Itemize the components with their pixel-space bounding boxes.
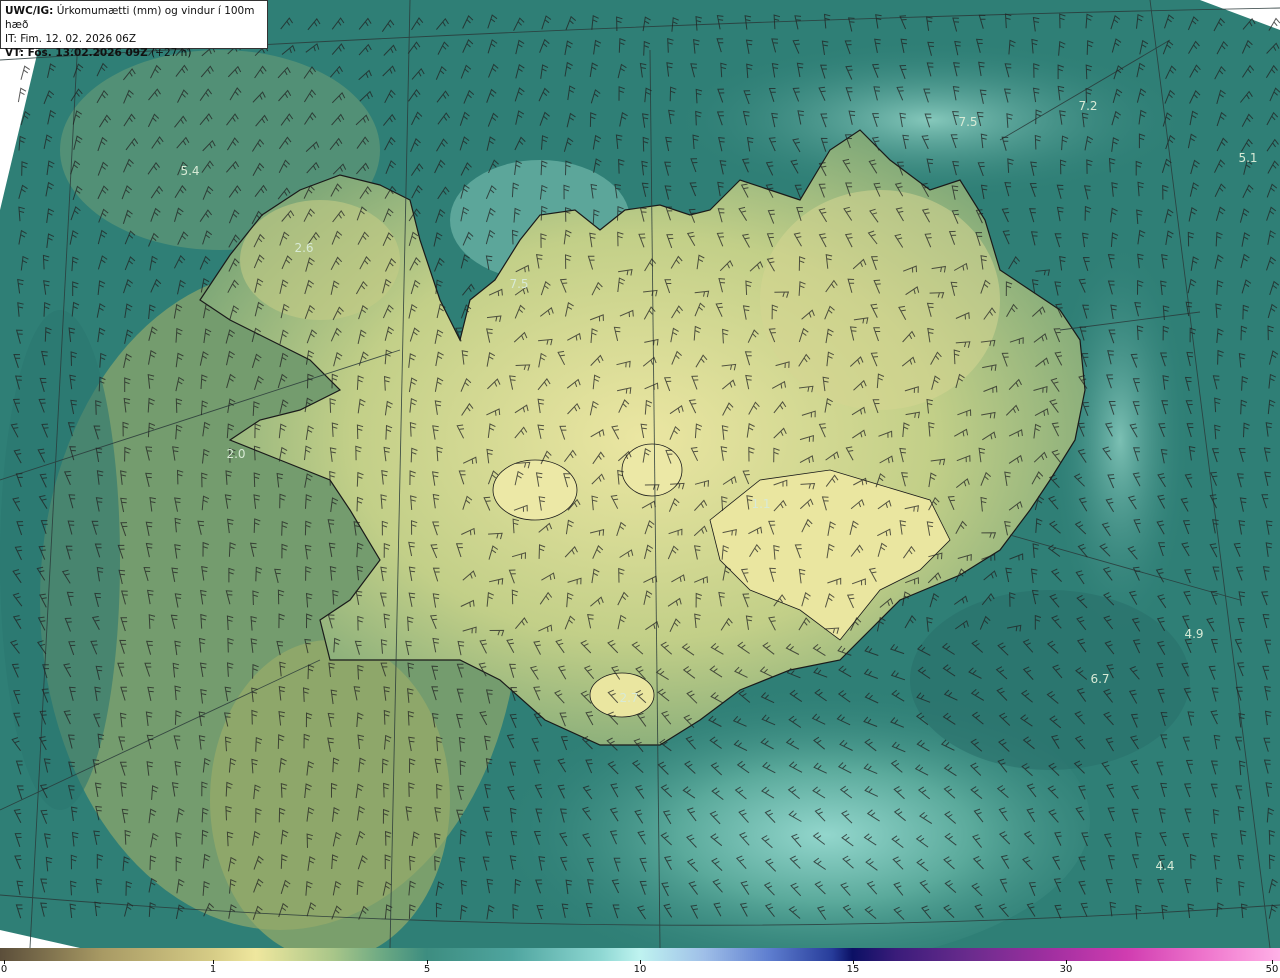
map-value-label: 7.5 bbox=[958, 115, 978, 129]
legend-tick-label: 0 bbox=[0, 964, 8, 975]
map-value-label: 2.7 bbox=[619, 691, 639, 705]
sea-field-dark-southeast bbox=[910, 590, 1190, 770]
map-value-label: 1.1 bbox=[751, 497, 771, 511]
map-title-box: UWC/IG: Úrkomumætti (mm) og vindur í 100… bbox=[0, 0, 268, 59]
forecast-lead: (+27 h) bbox=[151, 47, 192, 59]
legend-tick-label: 5 bbox=[423, 964, 431, 975]
legend-tick-label: 15 bbox=[846, 964, 860, 975]
sea-field-southwest bbox=[210, 640, 450, 948]
initial-time: IT: Fim. 12. 02. 2026 06Z bbox=[5, 33, 137, 45]
legend-tick-label: 1 bbox=[209, 964, 217, 975]
valid-time: VT: Fös. 13.02.2026 09Z bbox=[5, 47, 148, 59]
model-code: UWC/IG: bbox=[5, 5, 54, 17]
title-line-model: UWC/IG: Úrkomumætti (mm) og vindur í 100… bbox=[5, 4, 263, 32]
map-value-label: 5.1 bbox=[1238, 151, 1258, 165]
map-value-label: 2.0 bbox=[226, 447, 246, 461]
map-area: 5.4 2.6 7.5 7.5 7.2 5.1 2.0 1.1 2.7 4.9 6.7 4.4 UWC… bbox=[0, 0, 1280, 948]
color-legend: 0 1 5 10 15 30 50 bbox=[0, 948, 1280, 978]
map-value-label: 4.4 bbox=[1155, 859, 1175, 873]
map-value-label: 7.2 bbox=[1078, 99, 1098, 113]
map-value-label: 7.5 bbox=[509, 277, 529, 291]
land-ridge-westfjords bbox=[240, 200, 400, 320]
map-value-label: 6.7 bbox=[1090, 672, 1110, 686]
title-line-valid: VT: Fös. 13.02.2026 09Z (+27 h) bbox=[5, 46, 263, 60]
map-value-label: 4.9 bbox=[1184, 627, 1204, 641]
legend-tick-label: 10 bbox=[633, 964, 647, 975]
glacier-langjokull bbox=[492, 459, 578, 521]
legend-tick-label: 50 bbox=[1265, 964, 1279, 975]
map-value-label: 2.6 bbox=[294, 241, 314, 255]
legend-tick-label: 30 bbox=[1059, 964, 1073, 975]
glacier-hofsjokull bbox=[621, 443, 683, 497]
map-value-label: 5.4 bbox=[180, 164, 200, 178]
precipitation-map bbox=[0, 0, 1280, 948]
